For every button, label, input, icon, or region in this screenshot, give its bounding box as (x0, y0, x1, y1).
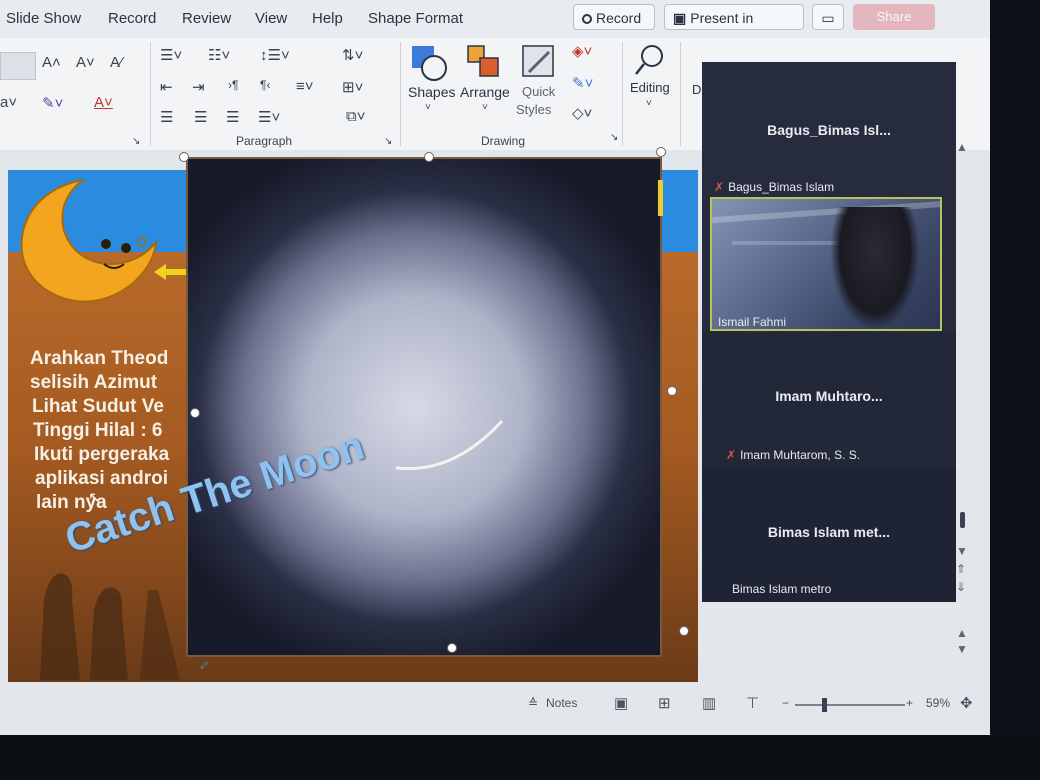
justify-icon[interactable]: ☰˅ (258, 108, 280, 126)
smartart-icon[interactable]: ⧉˅ (346, 108, 365, 125)
resize-handle-top-left[interactable] (179, 152, 189, 162)
quick-styles-button[interactable]: Quick (522, 84, 555, 99)
slide-text-line-3: Lihat Sudut Ve (32, 396, 164, 417)
tab-shape-format[interactable]: Shape Format (368, 10, 463, 27)
monitor-bezel-bottom (0, 735, 1040, 780)
zoom-slider[interactable] (795, 704, 905, 706)
fit-to-window-icon[interactable]: ✥ (960, 694, 973, 712)
record-icon (582, 14, 592, 24)
editing-chevron-icon: ˅ (646, 98, 652, 109)
participant-2-name: Ismail Fahmi (718, 315, 787, 329)
paragraph-group-label: Paragraph (236, 134, 293, 148)
scroll-up-icon[interactable]: ▲ (956, 140, 968, 154)
participant-1-name: Bagus_Bimas Islam (728, 180, 835, 194)
line-spacing-icon[interactable]: ↕☰˅ (260, 46, 290, 64)
rtl-icon[interactable]: ¶‹ (260, 78, 270, 92)
styles-label: Styles (516, 102, 552, 117)
record-button[interactable]: Record (573, 4, 655, 30)
quick-styles-icon (522, 45, 554, 77)
tab-help[interactable]: Help (312, 10, 343, 27)
shape-outline-icon[interactable]: ✎˅ (572, 74, 593, 92)
reading-view-icon[interactable]: ▥ (702, 694, 716, 712)
normal-view-icon[interactable]: ▣ (614, 694, 628, 712)
slide-text-line-5: Ikuti pergeraka (34, 444, 170, 465)
participant-4-title: Bimas Islam met... (767, 524, 891, 540)
resize-handle-left[interactable] (190, 408, 200, 418)
shapes-icon (412, 46, 447, 81)
participant-video-silhouette (830, 207, 920, 329)
notes-icon: ≙ (528, 696, 539, 710)
participant-3-name: Imam Muhtarom, S. S. (740, 448, 861, 462)
previous-slide-icon[interactable]: ⇑ (956, 562, 966, 576)
share-button[interactable]: Share (853, 4, 935, 30)
participant-tile-2-video[interactable]: Ismail Fahmi (710, 197, 942, 331)
columns-icon[interactable]: ≡˅ (296, 78, 314, 95)
shapes-chevron-icon: ˅ (425, 102, 431, 113)
share-label: Share (876, 9, 912, 24)
slide-show-icon[interactable]: ⊤ (746, 694, 759, 712)
participant-tile-1[interactable]: Bagus_Bimas Isl... ✗ Bagus_Bimas Islam (702, 62, 956, 196)
editing-button[interactable]: Editing (630, 80, 670, 95)
shapes-button[interactable]: Shapes (408, 84, 455, 100)
scroll-down-icon[interactable]: ▼ (956, 544, 968, 558)
zoom-out-icon[interactable]: − (782, 696, 789, 710)
align-right-icon[interactable]: ☰ (226, 108, 239, 126)
participant-4-name: Bimas Islam metro (732, 582, 832, 596)
next-slide-icon[interactable]: ⇓ (956, 580, 966, 594)
slide-text-line-2: selisih Azimut (30, 372, 158, 393)
powerpoint-window: Slide Show Record Review View Help Shape… (0, 0, 990, 735)
participant-tile-3[interactable]: Imam Muhtaro... ✗ Imam Muhtarom, S. S. (702, 332, 956, 468)
participant-tile-4[interactable]: Bimas Islam met... Bimas Islam metro (702, 468, 956, 602)
resize-handle-top[interactable] (424, 152, 434, 162)
text-direction-icon[interactable]: ⇅˅ (342, 46, 363, 64)
arrange-chevron-icon: ˅ (482, 102, 488, 113)
resize-handle-top-right[interactable] (656, 147, 666, 157)
participant-1-title: Bagus_Bimas Isl... (767, 122, 891, 138)
present-in-teams-button[interactable]: ▣Present in Teams (664, 4, 804, 52)
paragraph-launcher-icon[interactable]: ↘ (384, 136, 392, 147)
comments-button[interactable]: ▭ (812, 4, 844, 30)
resize-handle-bottom-right[interactable] (679, 626, 689, 636)
people-silhouette-image (40, 573, 180, 680)
scroll-up-small-icon[interactable]: ▲ (956, 626, 968, 640)
mic-off-icon: ✗ (714, 180, 725, 194)
zoom-slider-thumb[interactable] (822, 698, 827, 712)
zoom-level[interactable]: 59% (926, 696, 950, 710)
participant-3-title: Imam Muhtaro... (775, 388, 883, 404)
teams-icon: ▣ (673, 10, 687, 26)
comment-icon: ▭ (821, 10, 835, 26)
mouse-pointer-icon: ↖ (88, 490, 102, 507)
yellow-accent-bar (658, 180, 663, 216)
ltr-icon[interactable]: ›¶ (228, 78, 238, 92)
zoom-in-icon[interactable]: + (906, 696, 913, 710)
record-button-label: Record (596, 10, 642, 26)
scroll-thumb[interactable] (960, 512, 965, 528)
arrange-icon (467, 45, 499, 77)
teams-participants-panel: Bagus_Bimas Isl... ✗ Bagus_Bimas Islam Is… (702, 62, 956, 602)
align-text-icon[interactable]: ⊞˅ (342, 78, 363, 96)
shape-fill-icon[interactable]: ◈˅ (572, 42, 592, 60)
resize-handle-right[interactable] (667, 386, 677, 396)
notes-button[interactable]: Notes (546, 696, 577, 710)
search-icon (635, 45, 663, 75)
scroll-down-small-icon[interactable]: ▼ (956, 642, 968, 656)
status-bar: ≙ Notes ▣ ⊞ ▥ ⊤ − + 59% ✥ (0, 690, 990, 720)
drawing-group-label: Drawing (481, 134, 526, 148)
tab-view[interactable]: View (255, 10, 287, 27)
slide-text-line-6: aplikasi androi (35, 468, 169, 489)
slide-text-line-1: Arahkan Theod (30, 348, 169, 369)
resize-handle-bottom[interactable] (447, 643, 457, 653)
slide-sorter-icon[interactable]: ⊞ (658, 694, 671, 712)
slide-text-line-4: Tinggi Hilal : 6 (33, 420, 163, 441)
vertical-scrollbar[interactable]: ▲ ▼ ⇑ ⇓ ▲ ▼ (956, 140, 978, 690)
numbering-icon[interactable]: ☷˅ (208, 46, 230, 64)
crescent-moon-image (395, 420, 503, 471)
mic-off-icon: ✗ (726, 448, 737, 462)
shape-effects-icon[interactable]: ◇˅ (572, 104, 592, 122)
drawing-launcher-icon[interactable]: ↘ (610, 132, 618, 143)
designer-button[interactable]: D (692, 82, 701, 97)
monitor-bezel-right (990, 0, 1040, 780)
arrange-button[interactable]: Arrange (460, 84, 510, 100)
